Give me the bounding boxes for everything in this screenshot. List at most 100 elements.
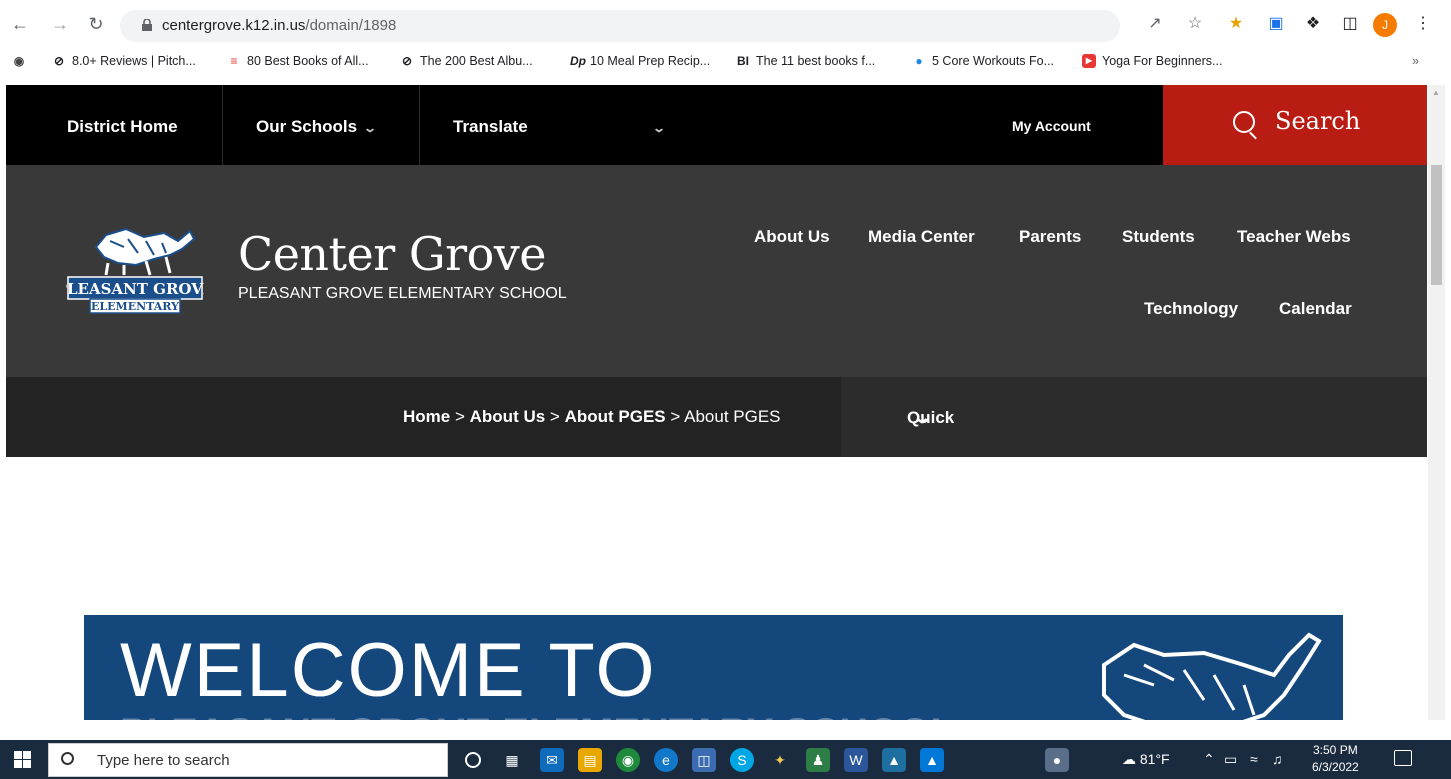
- svg-text:ELEMENTARY: ELEMENTARY: [91, 300, 179, 313]
- app-bird-icon[interactable]: ✦: [768, 748, 792, 772]
- address-bar[interactable]: centergrove.k12.in.us/domain/1898: [120, 10, 1120, 42]
- system-clock[interactable]: 3:50 PM 6/3/2022: [1312, 742, 1359, 776]
- translate-link[interactable]: Translate: [453, 85, 528, 165]
- bi-icon: BI: [737, 54, 749, 68]
- welcome-banner: WELCOME TO PLEASANT GROVE ELEMENTARY SCH…: [84, 615, 1343, 720]
- chevron-down-icon: ⌄: [651, 121, 667, 135]
- nav-students[interactable]: Students: [1122, 227, 1195, 247]
- bookmark-item[interactable]: ⊘ The 200 Best Albu...: [400, 54, 533, 68]
- bookmark-item[interactable]: ≡ 80 Best Books of All...: [227, 54, 368, 68]
- profile-avatar[interactable]: J: [1373, 13, 1397, 37]
- workout-icon: ●: [915, 54, 923, 68]
- wifi-icon[interactable]: ≈: [1250, 751, 1258, 767]
- menu-dots-icon[interactable]: ⋮: [1413, 14, 1433, 34]
- extension-icon[interactable]: ★: [1226, 14, 1246, 34]
- banner-subheading: PLEASANT GROVE ELEMENTARY SCHOOL: [120, 711, 955, 720]
- outlook-icon[interactable]: ✉: [540, 748, 564, 772]
- scrollbar-thumb[interactable]: [1431, 165, 1442, 285]
- weather-widget[interactable]: ☁ 81°F: [1122, 751, 1170, 768]
- nav-about-us[interactable]: About Us: [754, 227, 830, 247]
- school-title[interactable]: Center Grove: [238, 227, 547, 281]
- url-text: centergrove.k12.in.us/domain/1898: [162, 17, 397, 34]
- nav-parents[interactable]: Parents: [1019, 227, 1081, 247]
- word-icon[interactable]: W: [844, 748, 868, 772]
- extension-screen-icon[interactable]: ▣: [1266, 14, 1286, 34]
- school-header: PLEASANT GROVE ELEMENTARY Center Grove P…: [6, 165, 1427, 377]
- bookmark-item[interactable]: ◉: [12, 54, 26, 68]
- breadcrumb-current: About PGES: [684, 407, 781, 426]
- district-home-link[interactable]: District Home: [67, 85, 178, 165]
- breadcrumb-home[interactable]: Home: [403, 407, 450, 426]
- bookmark-item[interactable]: BI The 11 best books f...: [736, 54, 875, 68]
- battery-icon[interactable]: ▭: [1224, 751, 1237, 768]
- nav-divider: [419, 85, 420, 165]
- nav-technology[interactable]: Technology: [1144, 299, 1238, 319]
- windows-start-icon[interactable]: [14, 751, 31, 768]
- breadcrumb-bar: Home > About Us > About PGES > About PGE…: [6, 377, 1427, 509]
- photos-icon[interactable]: ▲: [920, 748, 944, 772]
- search-icon: [1233, 111, 1255, 133]
- our-schools-dropdown[interactable]: Our Schools ⌄: [256, 85, 377, 165]
- windows-taskbar: Type here to search ▦ ✉ ▤ ◉ e ◫ S ✦ ♟ W …: [0, 740, 1451, 779]
- school-subtitle: PLEASANT GROVE ELEMENTARY SCHOOL: [238, 285, 567, 302]
- page-scrollbar[interactable]: ▲: [1428, 85, 1445, 720]
- pdf-icon[interactable]: ▲: [882, 748, 906, 772]
- remote-desktop-icon[interactable]: ◫: [692, 748, 716, 772]
- volume-icon[interactable]: ♫: [1272, 751, 1283, 767]
- taskbar-search-box[interactable]: Type here to search: [48, 743, 448, 777]
- notification-icon[interactable]: [1394, 750, 1412, 766]
- translate-dropdown[interactable]: ⌄: [646, 85, 666, 165]
- youtube-icon: ▶: [1082, 54, 1096, 68]
- bookmarks-overflow[interactable]: »: [1412, 54, 1419, 68]
- books-icon: ≡: [230, 54, 238, 68]
- tray-chevron-icon[interactable]: ⌃: [1203, 751, 1215, 768]
- nav-teacher-webs[interactable]: Teacher Webs: [1237, 227, 1351, 247]
- breadcrumb-about-pges[interactable]: About PGES: [565, 407, 666, 426]
- bookmark-item[interactable]: ▶ Yoga For Beginners...: [1082, 54, 1222, 68]
- file-explorer-icon[interactable]: ▤: [578, 748, 602, 772]
- chevron-down-icon: ⌄: [363, 121, 378, 135]
- skype-icon[interactable]: S: [730, 748, 754, 772]
- nav-calendar[interactable]: Calendar: [1279, 299, 1352, 319]
- breadcrumb-about-us[interactable]: About Us: [470, 407, 546, 426]
- scroll-up-arrow-icon[interactable]: ▲: [1432, 88, 1440, 97]
- bookmark-item[interactable]: ⊘ 8.0+ Reviews | Pitch...: [52, 54, 196, 68]
- school-logo[interactable]: PLEASANT GROVE ELEMENTARY: [66, 225, 204, 320]
- forward-arrow-icon[interactable]: →: [48, 12, 72, 36]
- cortana-icon[interactable]: [465, 752, 481, 768]
- mealprep-icon: Dp: [570, 54, 586, 68]
- share-icon[interactable]: ↗: [1145, 14, 1165, 34]
- nav-divider: [222, 85, 223, 165]
- tiger-mascot-icon: [1102, 632, 1322, 720]
- my-account-link[interactable]: My Account: [1012, 85, 1091, 165]
- search-icon: [61, 752, 74, 765]
- nav-media-center[interactable]: Media Center: [868, 227, 975, 247]
- edge-icon[interactable]: e: [654, 748, 678, 772]
- svg-text:PLEASANT GROVE: PLEASANT GROVE: [66, 280, 204, 298]
- bookmark-item[interactable]: ● 5 Core Workouts Fo...: [912, 54, 1054, 68]
- bookmark-item[interactable]: Dp 10 Meal Prep Recip...: [570, 54, 710, 68]
- pitchfork-icon: ⊘: [401, 54, 413, 68]
- district-top-nav: District Home Our Schools ⌄ Translate ⌄ M…: [6, 85, 1427, 165]
- reload-icon[interactable]: ↻: [84, 12, 108, 36]
- puzzle-icon[interactable]: ❖: [1303, 14, 1323, 34]
- chevron-down-icon: ⌄: [912, 408, 933, 427]
- banner-heading: WELCOME TO: [120, 628, 657, 713]
- globe-icon: ◉: [13, 54, 25, 68]
- browser-toolbar: ← → ↻ centergrove.k12.in.us/domain/1898 …: [0, 0, 1451, 50]
- sidepanel-icon[interactable]: ◫: [1340, 14, 1360, 34]
- app-active-icon[interactable]: ●: [1045, 748, 1069, 772]
- star-icon[interactable]: ☆: [1185, 14, 1205, 34]
- search-button[interactable]: Search: [1163, 85, 1427, 165]
- bookmarks-bar: ◉ ⊘ 8.0+ Reviews | Pitch... ≡ 80 Best Book…: [0, 50, 1451, 77]
- quick-links-dropdown[interactable]: Quick Links ⌄: [841, 377, 1427, 509]
- back-arrow-icon[interactable]: ←: [8, 12, 32, 36]
- pitchfork-icon: ⊘: [53, 54, 65, 68]
- task-view-icon[interactable]: ▦: [500, 748, 524, 772]
- website-viewport: District Home Our Schools ⌄ Translate ⌄ M…: [6, 85, 1427, 720]
- chrome-icon[interactable]: ◉: [616, 748, 640, 772]
- app-people-icon[interactable]: ♟: [806, 748, 830, 772]
- lock-icon: [142, 19, 152, 31]
- cloud-sun-icon: ☁: [1122, 751, 1136, 767]
- breadcrumb: Home > About Us > About PGES > About PGE…: [403, 407, 781, 426]
